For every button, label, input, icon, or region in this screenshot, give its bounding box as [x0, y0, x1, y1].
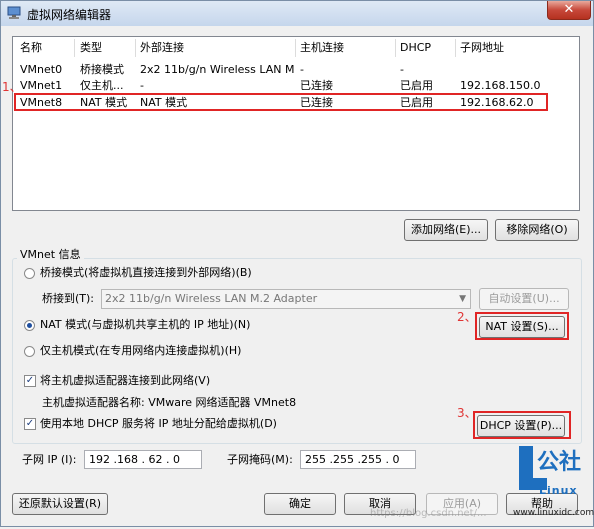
host-only-mode-radio[interactable]	[24, 346, 35, 357]
subnet-ip-label: 子网 IP (I):	[22, 453, 77, 466]
host-adapter-name: 主机虚拟适配器名称: VMware 网络适配器 VMnet8	[42, 396, 297, 409]
host-only-mode-label: 仅主机模式(在专用网络内连接虚拟机)(H)	[40, 344, 242, 357]
window-title: 虚拟网络编辑器	[27, 8, 112, 22]
cell-type: 仅主机...	[80, 79, 124, 92]
chevron-down-icon: ▼	[459, 294, 466, 304]
logo-brand: Linux	[539, 484, 578, 497]
linuxidc-logo: 公社 Linux www.linuxidc.com	[513, 442, 594, 526]
network-editor-icon	[7, 6, 21, 19]
cell-host: 已连接	[300, 79, 333, 92]
col-header-dhcp[interactable]: DHCP	[400, 38, 431, 58]
bridged-mode-radio[interactable]	[24, 268, 35, 279]
highlight-box-dhcp	[473, 411, 571, 439]
bridged-to-select[interactable]: 2x2 11b/g/n Wireless LAN M.2 Adapter ▼	[101, 289, 471, 309]
highlight-box-vmnet8	[14, 93, 548, 111]
close-button[interactable]: ✕	[547, 1, 591, 20]
column-divider	[295, 39, 296, 57]
col-header-type[interactable]: 类型	[80, 38, 102, 58]
annotation-step-2: 2、	[457, 310, 477, 324]
restore-defaults-button[interactable]: 还原默认设置(R)	[12, 493, 108, 515]
nat-mode-label: NAT 模式(与虚拟机共享主机的 IP 地址)(N)	[40, 318, 251, 331]
bridged-to-value: 2x2 11b/g/n Wireless LAN M.2 Adapter	[105, 292, 318, 305]
cell-subnet: 192.168.150.0	[460, 79, 541, 92]
use-dhcp-label: 使用本地 DHCP 服务将 IP 地址分配给虚拟机(D)	[40, 417, 277, 430]
add-network-button[interactable]: 添加网络(E)...	[404, 219, 488, 241]
connect-host-adapter-label: 将主机虚拟适配器连接到此网络(V)	[40, 374, 211, 387]
use-dhcp-checkbox[interactable]: ✓	[24, 418, 36, 430]
column-divider	[74, 39, 75, 57]
cell-name: VMnet0	[20, 63, 63, 76]
cell-name: VMnet1	[20, 79, 63, 92]
highlight-box-nat	[475, 312, 569, 340]
vmnet-info-label: VMnet 信息	[17, 246, 84, 262]
column-divider	[455, 39, 456, 57]
col-header-external[interactable]: 外部连接	[140, 38, 184, 58]
column-divider	[135, 39, 136, 57]
remove-network-button[interactable]: 移除网络(O)	[495, 219, 579, 241]
col-header-host[interactable]: 主机连接	[300, 38, 344, 58]
cell-subnet	[460, 62, 560, 78]
bridged-to-label: 桥接到(T):	[42, 292, 95, 305]
cell-type: 桥接模式	[80, 63, 124, 76]
title-bar: 虚拟网络编辑器	[1, 1, 593, 26]
col-header-name[interactable]: 名称	[20, 38, 42, 58]
connect-host-adapter-checkbox[interactable]: ✓	[24, 375, 36, 387]
cell-dhcp: 已启用	[400, 79, 433, 92]
subnet-ip-input[interactable]: 192 .168 . 62 . 0	[84, 450, 202, 469]
csdn-watermark-text: https://blog.csdn.net/...	[370, 508, 487, 519]
subnet-mask-input[interactable]: 255 .255 .255 . 0	[300, 450, 416, 469]
ok-button[interactable]: 确定	[264, 493, 336, 515]
subnet-mask-label: 子网掩码(M):	[227, 453, 293, 466]
cell-host: -	[300, 63, 304, 76]
column-divider	[395, 39, 396, 57]
logo-text: 公社	[537, 449, 582, 475]
cell-dhcp: -	[400, 63, 404, 76]
cell-external: 2x2 11b/g/n Wireless LAN M...	[140, 63, 295, 76]
logo-url: www.linuxidc.com	[513, 508, 594, 518]
col-header-subnet[interactable]: 子网地址	[460, 38, 504, 58]
auto-settings-button[interactable]: 自动设置(U)...	[479, 288, 569, 310]
bridged-mode-label: 桥接模式(将虚拟机直接连接到外部网络)(B)	[40, 266, 252, 279]
annotation-step-1: 1、	[2, 80, 22, 94]
cell-external: -	[140, 79, 144, 92]
nat-mode-radio[interactable]	[24, 320, 35, 331]
